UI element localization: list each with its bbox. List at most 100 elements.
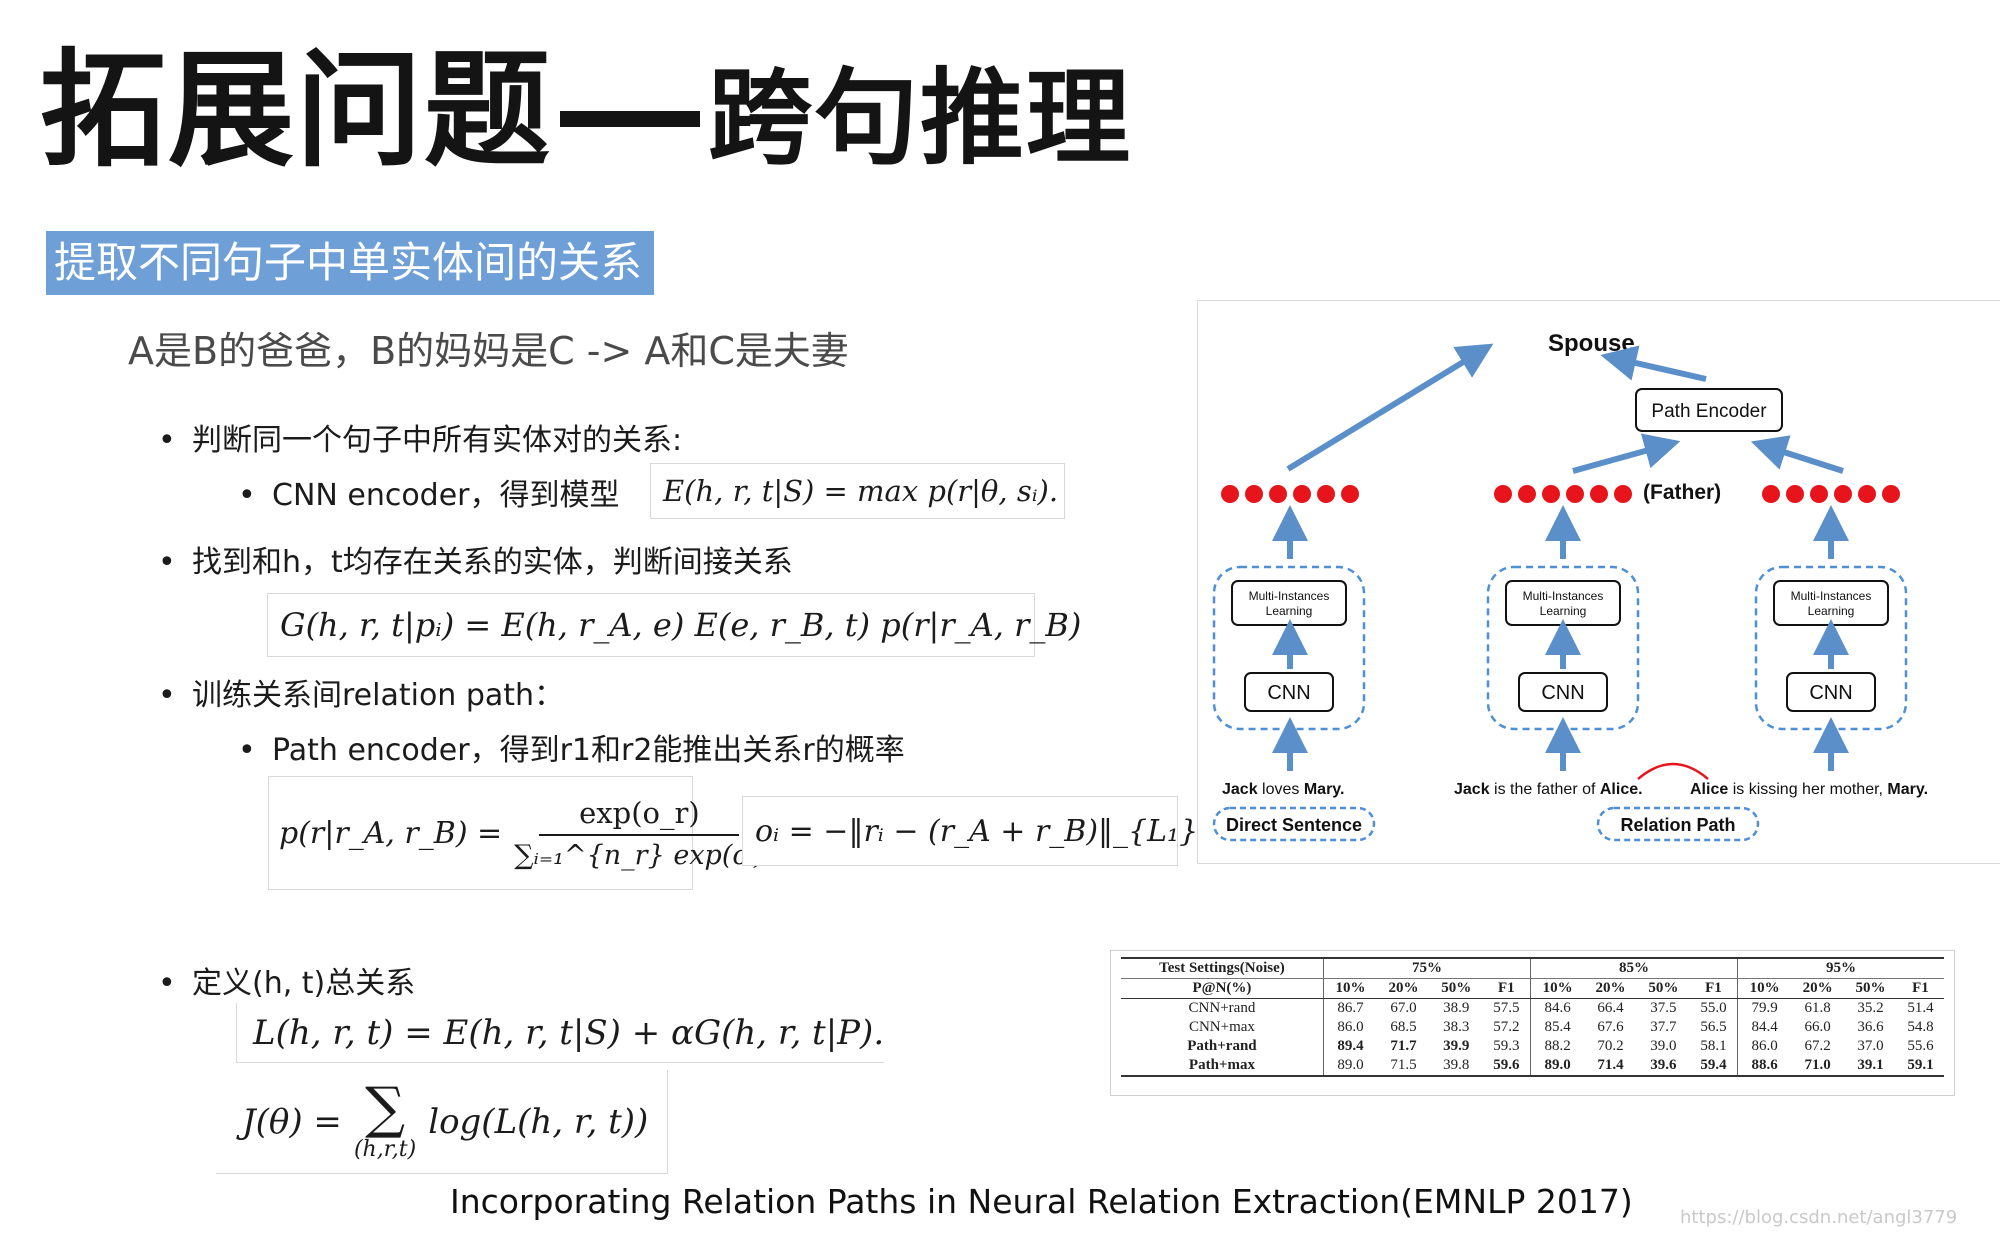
table-cell: 59.6 [1482, 1056, 1531, 1077]
formula-j-box: J(θ) = ∑ (h,r,t) log(L(h, r, t)) [216, 1070, 668, 1174]
table-header: 20% [1377, 978, 1430, 999]
sum-subscript: (h,r,t) [353, 1137, 417, 1162]
subtitle-band: 提取不同句子中单实体间的关系 [46, 231, 654, 295]
table-header: 50% [1844, 978, 1897, 999]
table-cell: 57.5 [1493, 1000, 1520, 1016]
cnn-box-left: CNN [1244, 672, 1334, 712]
path-encoder-label: Path Encoder [1651, 401, 1767, 422]
table-row: Path+max 89.0 71.5 39.8 59.6 89.0 71.4 3… [1121, 1056, 1944, 1077]
table-cell: 37.5 [1650, 1000, 1677, 1016]
dots-middle [1494, 485, 1632, 503]
table-cell: 68.5 [1390, 1019, 1417, 1035]
bullet-1-sub: • CNN encoder，得到模型 [238, 470, 620, 514]
cnn-box-right: CNN [1786, 672, 1876, 712]
spouse-label: Spouse [1548, 330, 1635, 357]
watermark-url: https://blog.csdn.net/angl3779 [1680, 1207, 1958, 1228]
bullet-dot: • [238, 478, 256, 513]
table-header: F1 [1482, 978, 1531, 999]
table-cell: 37.7 [1650, 1019, 1677, 1035]
table-cell: 57.2 [1493, 1019, 1520, 1035]
table-cell: 86.0 [1322, 1018, 1378, 1037]
table-cell: 71.0 [1791, 1056, 1845, 1077]
table-cell: 66.4 [1597, 1000, 1624, 1016]
table-header: 20% [1584, 978, 1637, 999]
example-text: A是B的爸爸，B的妈妈是C -> A和C是夫妻 [128, 329, 849, 373]
table-cell: 79.9 [1737, 998, 1792, 1018]
svg-text:Multi-Instances: Multi-Instances [1791, 589, 1872, 603]
table-cell: 39.9 [1443, 1038, 1470, 1054]
table-cell: CNN+max [1188, 1019, 1255, 1035]
svg-text:CNN: CNN [1267, 682, 1310, 704]
formula-j-sum: ∑ (h,r,t) [353, 1076, 417, 1163]
page-title: 拓展问题 跨句推理 [40, 48, 1132, 174]
table-cell: 39.1 [1844, 1056, 1897, 1077]
bullet-dot: • [238, 733, 256, 768]
formula-e-box: E(h, r, t|S) = max p(r|θ, sᵢ). [650, 463, 1065, 519]
arrow-direct-to-spouse [1286, 343, 1494, 472]
formula-l-box: L(h, r, t) = E(h, r, t|S) + αG(h, r, t|P… [236, 1003, 884, 1063]
bullet-3-sub-text: Path encoder，得到r1和r2能推出关系r的概率 [272, 733, 905, 768]
direct-sentence-label: Direct Sentence [1226, 815, 1362, 835]
table-cell: 86.0 [1737, 1037, 1792, 1056]
formula-p-numerator: exp(o_r) [579, 795, 700, 830]
mil-box-right: Multi-Instances Learning [1773, 580, 1889, 626]
table-cell: 66.0 [1804, 1019, 1831, 1035]
table-cell: 55.6 [1907, 1038, 1934, 1054]
table-cell: 86.7 [1322, 998, 1378, 1018]
table-cell: 84.6 [1530, 998, 1585, 1018]
table-cell: 71.4 [1584, 1056, 1637, 1077]
formula-p-lhs: p(r|r_A, r_B) = [279, 815, 503, 851]
table-cell: 67.2 [1804, 1038, 1831, 1054]
table-cell: 54.8 [1907, 1019, 1934, 1035]
table-header: 20% [1791, 978, 1845, 999]
title-part2: 跨句推理 [708, 57, 1133, 179]
formula-p-fraction: exp(o_r) ∑ᵢ₌₁^{n_r} exp(oᵢ) [514, 796, 764, 871]
table-cell: 59.3 [1493, 1038, 1520, 1054]
dots-right [1762, 485, 1900, 503]
table-cell: 71.5 [1377, 1056, 1430, 1077]
relation-path-diagram: Spouse Path Encoder (Father) Multi-Insta… [1197, 300, 2000, 864]
father-label: (Father) [1643, 481, 1721, 504]
table-header: 95% [1737, 957, 1944, 979]
table-header: 50% [1636, 978, 1690, 999]
table-header: P@N(%) [1121, 978, 1324, 999]
formula-g-box: G(h, r, t|pᵢ) = E(h, r_A, e) E(e, r_B, t… [267, 593, 1081, 657]
table-cell: 39.8 [1429, 1056, 1483, 1077]
table-cell: 58.1 [1700, 1038, 1727, 1054]
bullet-3: • 训练关系间relation path： [158, 670, 564, 714]
table-header: 10% [1322, 978, 1378, 999]
sum-symbol: ∑ [365, 1076, 406, 1141]
bullet-4: • 定义(h, t)总关系 [158, 958, 415, 1002]
bullet-1-sub-text: CNN encoder，得到模型 [272, 478, 620, 513]
table-cell: 89.4 [1322, 1037, 1378, 1056]
alice-link-arc [1637, 762, 1709, 780]
table-header: 85% [1529, 957, 1738, 979]
table-cell: 70.2 [1597, 1038, 1624, 1054]
mil-box-middle: Multi-Instances Learning [1505, 580, 1621, 626]
bullet-dot: • [158, 966, 176, 1001]
table-header: F1 [1896, 978, 1944, 999]
fraction-bar [539, 833, 740, 836]
sentence-mother: Alice is kissing her mother, Mary. [1690, 781, 1928, 798]
table-cell: 67.0 [1390, 1000, 1417, 1016]
table-cell: Path+max [1121, 1056, 1324, 1077]
table-header: 10% [1530, 978, 1585, 999]
table-header: 10% [1737, 978, 1792, 999]
table-cell: 88.6 [1737, 1056, 1792, 1077]
bullet-1-text: 判断同一个句子中所有实体对的关系: [192, 423, 683, 458]
table-cell: 59.1 [1896, 1056, 1944, 1077]
formula-e: E(h, r, t|S) = max p(r|θ, sᵢ). [663, 474, 1059, 508]
table-header-row-2: P@N(%) 10% 20% 50% F1 10% 20% 50% F1 10%… [1121, 978, 1944, 999]
table-header: 50% [1429, 978, 1483, 999]
bullet-dot: • [158, 678, 176, 713]
svg-text:CNN: CNN [1809, 682, 1852, 704]
bullet-4-text: 定义(h, t)总关系 [192, 966, 416, 1001]
table-row: CNN+rand 86.7 67.0 38.9 57.5 84.6 66.4 3… [1121, 998, 1944, 1018]
table-cell: 89.0 [1322, 1056, 1378, 1077]
table-header: F1 [1689, 978, 1738, 999]
formula-p-box: p(r|r_A, r_B) = exp(o_r) ∑ᵢ₌₁^{n_r} exp(… [268, 776, 765, 890]
bullet-dot: • [158, 545, 176, 580]
relation-path-label: Relation Path [1620, 815, 1735, 835]
table-cell: 38.3 [1443, 1019, 1470, 1035]
title-dash [560, 111, 700, 128]
